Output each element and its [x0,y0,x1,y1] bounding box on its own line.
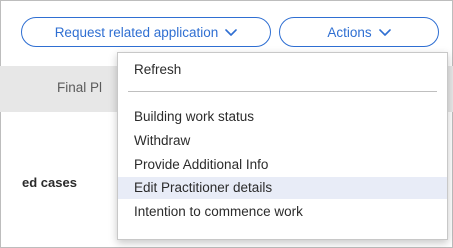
menu-divider [128,91,437,92]
section-heading: ed cases [22,175,77,190]
menu-item-provide-additional-info[interactable]: Provide Additional Info [118,154,447,176]
menu-item-building-work-status[interactable]: Building work status [118,106,447,128]
chevron-down-icon [378,28,391,36]
tab-final-plans[interactable]: Final Pl [57,80,102,95]
actions-dropdown-menu: Refresh Building work status Withdraw Pr… [117,52,448,240]
actions-button[interactable]: Actions [279,17,439,47]
menu-item-edit-practitioner-details[interactable]: Edit Practitioner details [118,177,447,199]
menu-item-refresh[interactable]: Refresh [118,59,447,81]
request-related-application-label: Request related application [54,24,219,40]
menu-item-intention-to-commence-work[interactable]: Intention to commence work [118,201,447,223]
request-related-application-button[interactable]: Request related application [21,17,271,47]
actions-label: Actions [327,24,372,40]
chevron-down-icon [225,28,238,36]
menu-item-withdraw[interactable]: Withdraw [118,130,447,152]
